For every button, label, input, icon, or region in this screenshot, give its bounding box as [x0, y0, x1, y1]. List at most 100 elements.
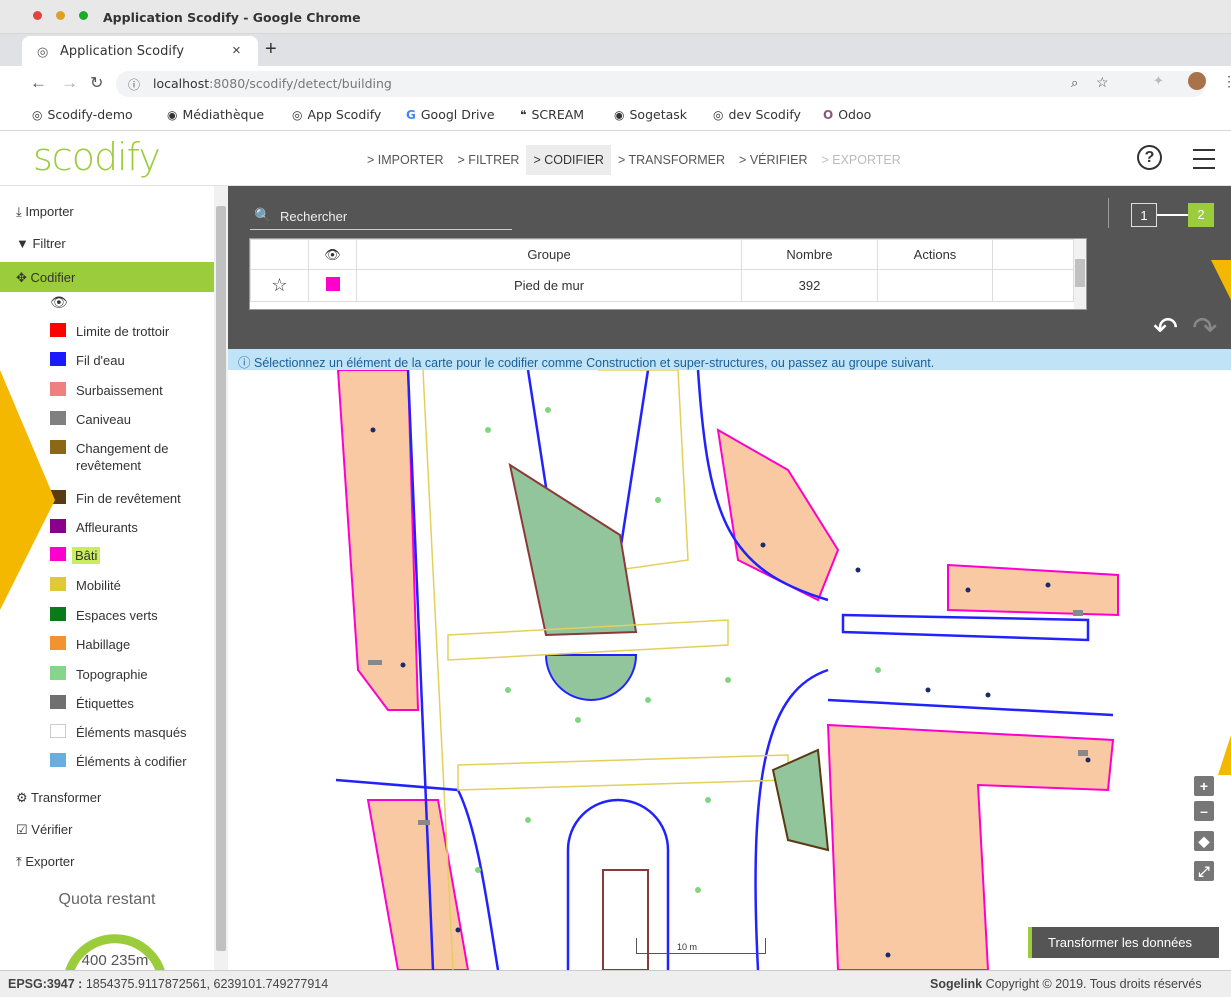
- step-verifier[interactable]: > VÉRIFIER: [732, 145, 814, 175]
- legend-label: Éléments masqués: [76, 725, 187, 740]
- undo-icon[interactable]: ↶: [1153, 312, 1178, 345]
- zoom-out-button[interactable]: –: [1194, 801, 1214, 821]
- groupe-header[interactable]: Groupe: [356, 239, 742, 270]
- sidebar-item-verifier[interactable]: ☑ Vérifier: [0, 814, 214, 844]
- browser-menu-icon[interactable]: ⋮: [1222, 73, 1231, 90]
- minimize-window-dot[interactable]: [56, 11, 65, 20]
- legend-item[interactable]: Espaces verts: [50, 601, 215, 629]
- company-name[interactable]: Sogelink: [930, 977, 982, 991]
- zoom-in-button[interactable]: +: [1194, 776, 1214, 796]
- legend-label: Fil d'eau: [76, 353, 125, 368]
- pager-step-2[interactable]: 2: [1188, 203, 1214, 227]
- fullscreen-icon[interactable]: ⤢: [1194, 861, 1214, 881]
- layers-icon[interactable]: ◆: [1194, 831, 1214, 851]
- profile-avatar[interactable]: [1188, 72, 1206, 90]
- sidebar-scrollbar[interactable]: [214, 186, 228, 970]
- address-bar[interactable]: ⓘ localhost:8080/scodify/detect/building…: [116, 71, 1206, 97]
- group-actions-cell: [877, 269, 993, 302]
- nombre-header[interactable]: Nombre: [741, 239, 878, 270]
- step-exporter: > EXPORTER: [821, 153, 901, 167]
- help-icon[interactable]: ?: [1137, 145, 1162, 170]
- pager-step-1[interactable]: 1: [1131, 203, 1157, 227]
- new-tab-icon[interactable]: +: [265, 38, 277, 61]
- tab-close-icon[interactable]: ×: [232, 42, 241, 59]
- eye-icon[interactable]: 👁: [50, 294, 68, 311]
- divider: [1108, 198, 1109, 228]
- bookmark-mediatheque[interactable]: ◉ Médiathèque: [167, 107, 264, 122]
- legend-item[interactable]: Étiquettes: [50, 689, 215, 717]
- sidebar-item-transformer[interactable]: ⚙ Transformer: [0, 782, 214, 812]
- map-drawing[interactable]: [228, 370, 1231, 970]
- google-icon: G: [406, 108, 416, 122]
- extension-icon[interactable]: ✦: [1153, 73, 1164, 89]
- step-codifier[interactable]: > CODIFIER: [526, 145, 611, 175]
- copyright: Sogelink Copyright © 2019. Tous droits r…: [930, 977, 1202, 991]
- forward-arrow-icon[interactable]: →: [61, 73, 78, 93]
- favorite-header: [250, 239, 309, 270]
- filter-icon: ▼: [16, 236, 33, 251]
- table-row[interactable]: ☆ Pied de mur 392: [250, 269, 1074, 302]
- maximize-window-dot[interactable]: [79, 11, 88, 20]
- table-header-row: 👁 Groupe Nombre Actions: [250, 239, 1074, 270]
- reload-icon[interactable]: ↻: [90, 73, 103, 93]
- step-importer[interactable]: > IMPORTER: [360, 145, 451, 175]
- legend-item[interactable]: Affleurants: [50, 513, 215, 541]
- bookmark-scream[interactable]: ❝ SCREAM: [520, 107, 584, 122]
- step-filtrer[interactable]: > FILTRER: [451, 145, 527, 175]
- scrollbar-thumb[interactable]: [1075, 259, 1085, 287]
- sidebar-item-filtrer[interactable]: ▼ Filtrer: [0, 228, 214, 258]
- legend-label: Habillage: [76, 637, 131, 652]
- transform-data-button[interactable]: Transformer les données: [1028, 927, 1219, 958]
- bookmark-odoo[interactable]: O Odoo: [823, 107, 871, 122]
- coordinates-value: 1854375.9117872561, 6239101.749277914: [85, 977, 329, 991]
- legend-item[interactable]: Changement de revêtement: [50, 434, 215, 478]
- browser-tab[interactable]: ◎ Application Scodify ×: [22, 36, 258, 66]
- sidebar-item-codifier[interactable]: ✥ Codifier: [0, 262, 214, 292]
- bookmark-google-drive[interactable]: G Googl Drive: [406, 107, 495, 122]
- bookmark-dev-scodify[interactable]: ◎ dev Scodify: [713, 107, 801, 122]
- scodify-logo[interactable]: scodify: [33, 135, 161, 179]
- close-window-dot[interactable]: [33, 11, 42, 20]
- site-info-icon[interactable]: ⓘ: [128, 76, 140, 93]
- legend-label: Changement de revêtement: [76, 441, 169, 473]
- legend-item[interactable]: Mobilité: [50, 571, 215, 599]
- bookmark-app-scodify[interactable]: ◎ App Scodify: [292, 107, 381, 122]
- sidebar-item-label: Importer: [25, 204, 74, 219]
- legend-item[interactable]: Topographie: [50, 660, 215, 688]
- legend-item[interactable]: Limite de trottoir: [50, 317, 215, 345]
- redo-icon[interactable]: ↷: [1192, 312, 1217, 345]
- quota-value: 400 235m: [81, 952, 149, 969]
- scrollbar-thumb[interactable]: [216, 206, 226, 951]
- legend-item[interactable]: Éléments à codifier: [50, 747, 215, 775]
- eye-icon: 👁: [324, 246, 341, 262]
- bookmark-sogetask[interactable]: ◉ Sogetask: [614, 107, 687, 122]
- search-input[interactable]: 🔍 Rechercher: [250, 204, 512, 230]
- copyright-text: Copyright © 2019. Tous droits réservés: [985, 977, 1202, 991]
- sidebar-item-importer[interactable]: ⤓ Importer: [0, 196, 214, 226]
- step-transformer[interactable]: > TRANSFORMER: [611, 145, 732, 175]
- table-scrollbar[interactable]: [1074, 239, 1086, 309]
- visibility-header[interactable]: 👁: [308, 239, 357, 270]
- map-canvas[interactable]: [228, 370, 1231, 970]
- legend-item[interactable]: Fil d'eau: [50, 346, 215, 374]
- zoom-icon[interactable]: ⌕: [1071, 75, 1078, 91]
- legend-item[interactable]: Éléments masqués: [50, 718, 215, 746]
- color-swatch: [50, 666, 66, 680]
- legend-label: Surbaissement: [76, 383, 163, 398]
- legend-item[interactable]: Bâti: [50, 541, 215, 569]
- legend-item[interactable]: Surbaissement: [50, 376, 215, 404]
- legend-item[interactable]: Caniveau: [50, 405, 215, 433]
- sidebar-item-exporter[interactable]: ⤒ Exporter: [0, 846, 214, 876]
- bookmark-label: Sogetask: [629, 107, 688, 122]
- back-arrow-icon[interactable]: ←: [30, 73, 47, 93]
- search-icon: 🔍: [254, 207, 272, 223]
- bookmark-scodify-demo[interactable]: ◎ Scodify-demo: [32, 107, 133, 122]
- tour-arrow-top-right: [1211, 260, 1231, 300]
- hamburger-menu-icon[interactable]: [1193, 149, 1215, 176]
- favorite-star-icon[interactable]: ☆: [250, 269, 309, 302]
- legend-item[interactable]: Fin de revêtement: [50, 484, 215, 512]
- star-bookmark-icon[interactable]: ☆: [1096, 74, 1109, 91]
- bookmark-label: Googl Drive: [420, 107, 495, 122]
- check-square-icon: ☑: [16, 822, 32, 837]
- legend-item[interactable]: Habillage: [50, 630, 215, 658]
